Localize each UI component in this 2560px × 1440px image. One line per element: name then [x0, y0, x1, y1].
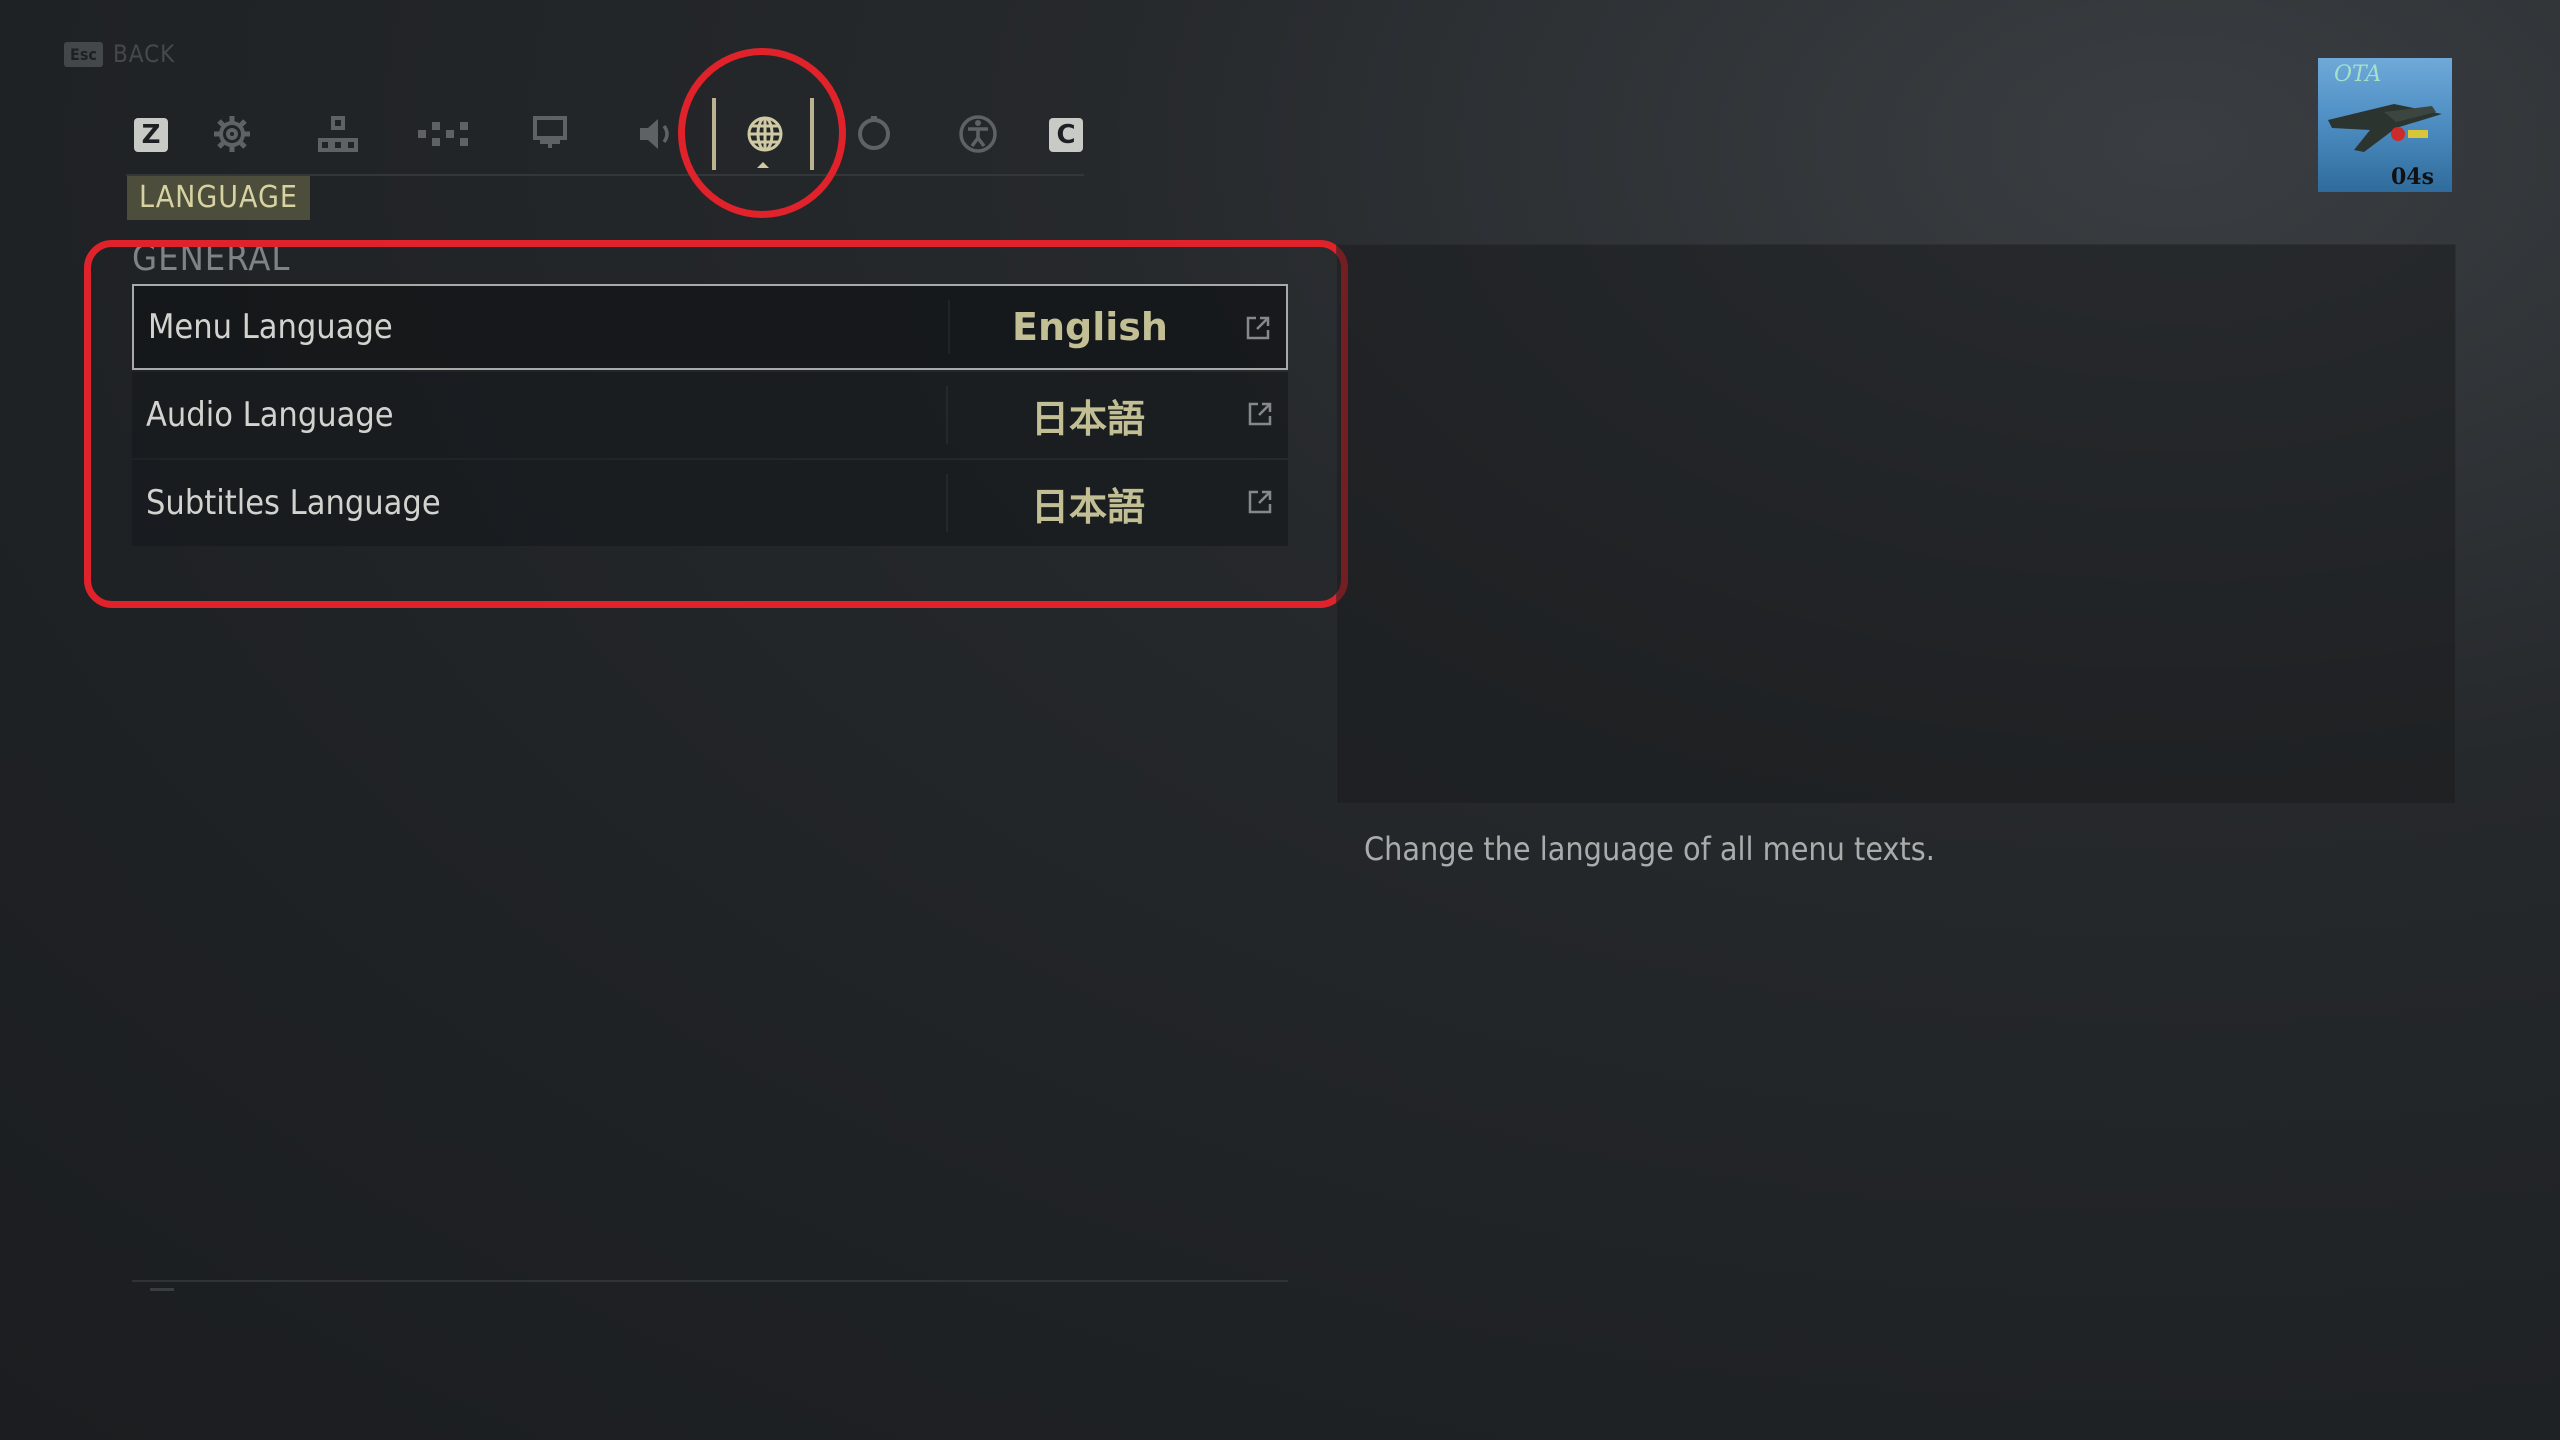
- tab-general[interactable]: [204, 106, 260, 162]
- tab-audio[interactable]: [628, 106, 684, 162]
- section-title-tab: LANGUAGE: [127, 176, 310, 220]
- monitor-icon: [533, 116, 567, 148]
- bottom-scroll-mark: [150, 1288, 174, 1291]
- back-label: BACK: [112, 40, 176, 68]
- accessibility-icon: [959, 115, 997, 153]
- network-icon: [418, 122, 468, 146]
- next-tab-hotkey[interactable]: C: [1049, 118, 1083, 152]
- tab-accessibility[interactable]: [950, 106, 1006, 162]
- gear-icon: [214, 116, 250, 152]
- tab-interface[interactable]: [310, 106, 366, 162]
- annotation-circle: [678, 48, 846, 218]
- tab-online[interactable]: [846, 106, 902, 162]
- stream-thumbnail: OTA 04s: [2318, 58, 2452, 192]
- tab-display[interactable]: [522, 106, 578, 162]
- esc-key-hint: Esc: [64, 41, 103, 67]
- hierarchy-icon: [318, 116, 358, 152]
- preview-panel: [1336, 244, 2456, 804]
- annotation-rectangle: [84, 240, 1348, 608]
- bottom-divider: [132, 1280, 1288, 1282]
- settings-tab-bar: [126, 102, 1084, 176]
- thumbnail-timer: 04s: [2390, 164, 2434, 190]
- controller-icon: [858, 116, 890, 150]
- airplane-icon: [2328, 104, 2442, 152]
- setting-description: Change the language of all menu texts.: [1364, 830, 1935, 868]
- back-button[interactable]: Esc BACK: [64, 40, 175, 68]
- tab-controls[interactable]: [416, 106, 472, 162]
- speaker-icon: [640, 119, 669, 149]
- prev-tab-hotkey[interactable]: Z: [134, 118, 168, 152]
- thumbnail-caption: OTA: [2334, 62, 2382, 87]
